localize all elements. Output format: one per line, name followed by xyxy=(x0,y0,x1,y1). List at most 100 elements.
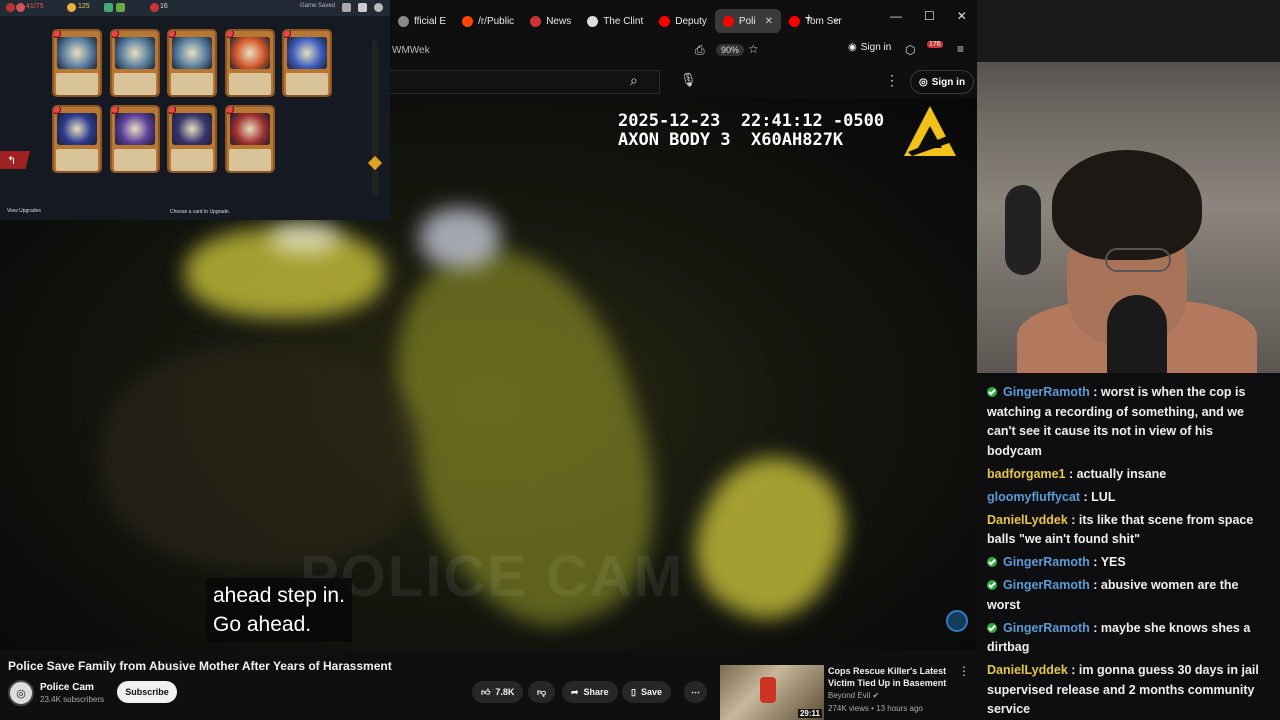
tab-list-chevron-icon[interactable]: ⌄ xyxy=(831,10,842,26)
browser-tab[interactable]: fficial E xyxy=(390,9,454,33)
upgrade-card[interactable] xyxy=(109,29,160,97)
chat-text: actually insane xyxy=(1076,466,1167,481)
channel-name[interactable]: Police Cam xyxy=(40,682,94,693)
chat-separator: : xyxy=(1080,489,1092,504)
search-icon[interactable]: ⌕ xyxy=(630,72,638,89)
recommended-menu-icon[interactable]: ⋮ xyxy=(958,664,970,678)
upgrade-card[interactable] xyxy=(224,105,275,173)
streamer-webcam xyxy=(977,0,1280,373)
chat-username[interactable]: badforgame1 xyxy=(987,467,1066,481)
deck-icon[interactable] xyxy=(358,3,367,12)
browser-tab[interactable]: News xyxy=(522,9,579,33)
upgrade-card[interactable] xyxy=(109,105,160,173)
chat-message: DanielLyddek : its like that scene from … xyxy=(987,511,1270,550)
tab-favicon-icon xyxy=(659,15,671,27)
browser-tab[interactable]: The Clint xyxy=(579,9,651,33)
card-description xyxy=(113,73,156,95)
chat-username[interactable]: GingerRamoth xyxy=(1003,621,1090,635)
game-instruction: Choose a card to Upgrade. xyxy=(170,209,231,215)
tab-label: /r/Public xyxy=(478,15,515,27)
close-tab-icon[interactable]: ✕ xyxy=(765,16,773,27)
chat-message: gloomyfluffycat : LUL xyxy=(987,488,1270,508)
axon-logo-icon xyxy=(904,106,956,156)
upgrade-card[interactable] xyxy=(167,105,217,173)
game-scroll-thumb[interactable] xyxy=(367,155,383,171)
chat-separator: : xyxy=(1089,578,1101,592)
tab-label: The Clint xyxy=(603,15,644,27)
youtube-sign-in-button[interactable]: ◎ Sign in xyxy=(910,70,975,94)
microphone-icon xyxy=(1107,295,1167,373)
extensions-icon[interactable]: ⬡ xyxy=(905,43,915,57)
tab-favicon-icon xyxy=(587,15,599,27)
microphone-icon[interactable]: 🎙︎ xyxy=(680,72,697,88)
card-cost-icon xyxy=(169,107,176,114)
more-actions-button[interactable]: ⋯ xyxy=(684,681,707,703)
card-cost-icon xyxy=(54,31,61,38)
recommended-video-title[interactable]: Cops Rescue Killer's Latest Victim Tied … xyxy=(828,665,958,689)
recommended-channel-name[interactable]: Beyond Evil ✔ xyxy=(828,691,879,700)
browser-menu-icon[interactable]: ≡ xyxy=(957,42,964,56)
like-button[interactable]: 👍︎ 7.8K xyxy=(472,681,524,703)
screenshot-icon[interactable]: ⎙ xyxy=(695,43,705,58)
save-button[interactable]: ▯ Save xyxy=(622,681,671,703)
upgrade-card[interactable] xyxy=(282,29,332,97)
minimize-icon[interactable]: — xyxy=(890,9,902,23)
browser-sign-in-label: Sign in xyxy=(860,42,892,53)
card-art xyxy=(57,37,97,69)
webcam-glasses xyxy=(1105,248,1171,272)
device-id-line: AXON BODY 3 X60AH827K xyxy=(618,130,844,150)
game-scrollbar[interactable] xyxy=(372,40,378,196)
upgrade-card[interactable] xyxy=(52,105,102,173)
chat-username[interactable]: DanielLyddek xyxy=(987,663,1068,677)
dislike-button[interactable]: 👎︎ xyxy=(528,681,556,703)
subscribe-button[interactable]: Subscribe xyxy=(117,681,177,703)
chat-username[interactable]: DanielLyddek xyxy=(987,513,1068,527)
upgrade-card[interactable] xyxy=(52,29,102,97)
video-blur-shape xyxy=(270,223,340,253)
tab-favicon-icon xyxy=(530,15,542,27)
view-upgrades-toggle[interactable]: View Upgrades xyxy=(7,208,41,214)
browser-tab[interactable]: Poli ✕ xyxy=(714,9,781,33)
chat-username[interactable]: GingerRamoth xyxy=(1003,385,1090,399)
browser-sign-in-button[interactable]: ◉ Sign in xyxy=(848,42,891,53)
save-label: Save xyxy=(640,687,662,697)
back-arrow-icon: ↰ xyxy=(7,154,17,167)
upgrade-card[interactable] xyxy=(224,29,275,97)
channel-branding-icon[interactable] xyxy=(946,610,968,632)
url-text[interactable]: WMWek xyxy=(392,45,430,56)
thumbnail-figure xyxy=(760,677,776,703)
close-window-icon[interactable]: ✕ xyxy=(957,9,967,23)
gear-icon[interactable] xyxy=(374,3,383,12)
tab-label: Poli xyxy=(738,15,756,27)
browser-tab[interactable]: /r/Public xyxy=(454,9,522,33)
card-cost-icon xyxy=(54,107,61,114)
webcam-streamer-hair xyxy=(1052,150,1202,260)
new-tab-icon[interactable]: + xyxy=(805,10,813,26)
chat-text: YES xyxy=(1100,555,1126,569)
zoom-level-badge[interactable]: 90% xyxy=(716,44,745,56)
game-back-button[interactable]: ↰ xyxy=(0,151,30,169)
chat-username[interactable]: GingerRamoth xyxy=(1003,555,1090,569)
card-description xyxy=(228,73,271,95)
maximize-icon[interactable]: ☐ xyxy=(924,9,935,23)
upgrade-card[interactable] xyxy=(167,29,217,97)
card-description xyxy=(56,73,98,95)
search-input[interactable] xyxy=(390,70,660,94)
webcam-background-shelf xyxy=(977,0,1280,62)
recommended-video-thumbnail[interactable]: 29:11 xyxy=(720,665,824,720)
chat-username[interactable]: gloomyfluffycat xyxy=(987,490,1080,504)
settings-kebab-icon[interactable]: ⋮ xyxy=(885,72,899,89)
share-button[interactable]: ➦ Share xyxy=(562,681,618,703)
channel-avatar[interactable]: ◎ xyxy=(8,680,34,706)
bookmark-star-icon[interactable]: ☆ xyxy=(748,42,759,56)
map-icon[interactable] xyxy=(342,3,351,12)
subtitle-line: ahead step in. xyxy=(213,584,345,607)
video-duration: 29:11 xyxy=(797,709,822,718)
chat-username[interactable]: GingerRamoth xyxy=(1003,578,1090,592)
chat-separator: : xyxy=(1089,620,1101,635)
account-icon: ◎ xyxy=(919,76,928,88)
card-description xyxy=(171,73,213,95)
browser-tab[interactable]: Deputy xyxy=(651,9,715,33)
card-description xyxy=(228,149,271,171)
recommended-video-meta: 274K views • 13 hours ago xyxy=(828,704,923,713)
